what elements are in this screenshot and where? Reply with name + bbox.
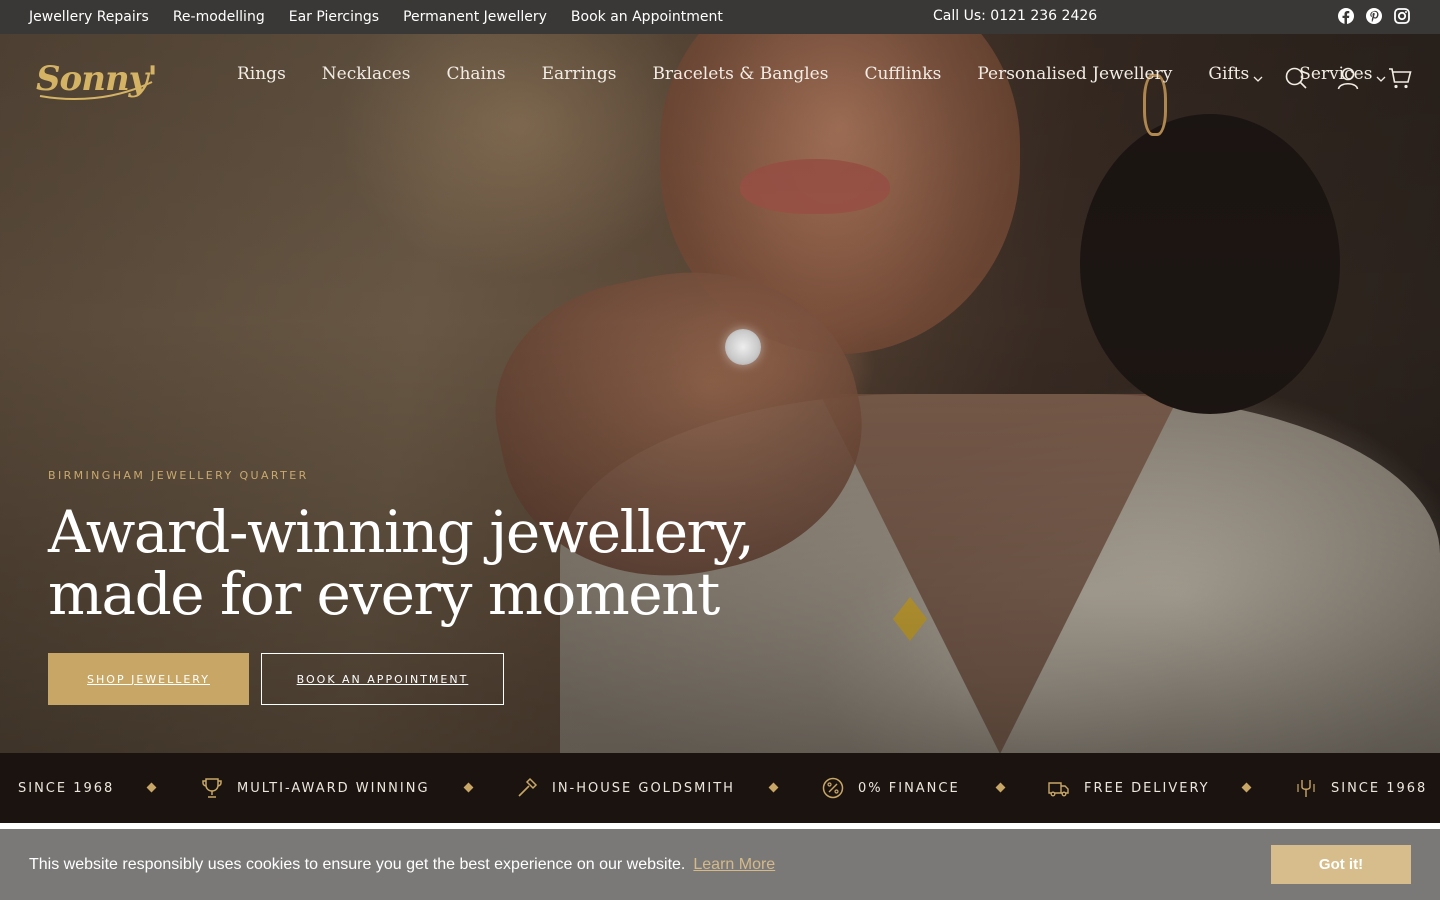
facebook-icon[interactable] <box>1338 8 1354 24</box>
nav-earrings[interactable]: Earrings <box>542 64 617 84</box>
usp-item: IN-HOUSE GOLDSMITH <box>516 753 735 823</box>
utility-links: Jewellery Repairs Re-modelling Ear Pierc… <box>29 9 723 25</box>
usp-label: SINCE 1968 <box>1331 780 1428 796</box>
percent-icon <box>822 777 844 799</box>
shop-jewellery-button[interactable]: SHOP JEWELLERY <box>48 653 249 705</box>
tuning-fork-icon <box>1295 777 1317 799</box>
usp-label: MULTI-AWARD WINNING <box>237 780 430 796</box>
nav-gifts[interactable]: Gifts <box>1208 64 1263 84</box>
hero-eyebrow: BIRMINGHAM JEWELLERY QUARTER <box>48 469 309 482</box>
usp-label: FREE DELIVERY <box>1084 780 1210 796</box>
nav-label: Gifts <box>1208 64 1250 84</box>
usp-label: SINCE 1968 <box>18 780 115 796</box>
diamond-ring <box>725 329 761 365</box>
trophy-icon <box>201 777 223 799</box>
nav-label: Personalised Jewellery <box>977 64 1173 84</box>
usp-item: MULTI-AWARD WINNING <box>201 753 430 823</box>
header-actions <box>1284 66 1412 90</box>
nav-label: Bracelets & Bangles <box>652 64 829 84</box>
nav-bracelets-bangles[interactable]: Bracelets & Bangles <box>652 64 828 84</box>
link-book-appointment[interactable]: Book an Appointment <box>571 9 723 25</box>
pendant <box>893 597 927 641</box>
usp-label: IN-HOUSE GOLDSMITH <box>552 780 735 796</box>
account-icon[interactable] <box>1336 66 1360 90</box>
nav-label: Earrings <box>541 64 617 84</box>
link-jewellery-repairs[interactable]: Jewellery Repairs <box>29 9 149 25</box>
usp-item: SINCE 1968 <box>1295 753 1427 823</box>
sonnys-logo[interactable]: Sonny's <box>34 52 177 104</box>
svg-text:Sonny's: Sonny's <box>36 59 156 99</box>
usp-item: FREE DELIVERY <box>1048 753 1210 823</box>
nav-label: Chains <box>446 64 506 84</box>
nav-rings[interactable]: Rings <box>237 64 286 84</box>
hero-buttons: SHOP JEWELLERY BOOK AN APPOINTMENT <box>48 653 868 705</box>
separator-diamond <box>146 782 157 793</box>
main-nav: Rings Necklaces Chains Earrings Bracelet… <box>237 64 1386 84</box>
link-permanent-jewellery[interactable]: Permanent Jewellery <box>403 9 547 25</box>
hammer-icon <box>516 777 538 799</box>
cookie-accept-button[interactable]: Got it! <box>1271 845 1411 884</box>
pinterest-icon[interactable] <box>1366 8 1382 24</box>
link-re-modelling[interactable]: Re-modelling <box>173 9 265 25</box>
separator-diamond <box>995 782 1006 793</box>
separator-diamond <box>1241 782 1252 793</box>
truck-icon <box>1048 777 1070 799</box>
chevron-down-icon <box>1253 69 1263 82</box>
hero-headline: Award-winning jewellery, made for every … <box>48 498 755 628</box>
phone-number[interactable]: Call Us: 0121 236 2426 <box>933 8 1097 24</box>
cart-icon[interactable] <box>1388 66 1412 90</box>
nav-label: Rings <box>237 64 286 84</box>
usp-label: 0% FINANCE <box>858 780 960 796</box>
search-icon[interactable] <box>1284 66 1308 90</box>
link-ear-piercings[interactable]: Ear Piercings <box>289 9 379 25</box>
separator-diamond <box>768 782 779 793</box>
nav-cufflinks[interactable]: Cufflinks <box>864 64 941 84</box>
separator-diamond <box>463 782 474 793</box>
nav-chains[interactable]: Chains <box>446 64 505 84</box>
nav-label: Necklaces <box>321 64 411 84</box>
hero-content: BIRMINGHAM JEWELLERY QUARTER Award-winni… <box>48 469 868 705</box>
cookie-banner: This website responsibly uses cookies to… <box>0 829 1440 900</box>
cookie-message: This website responsibly uses cookies to… <box>29 855 686 873</box>
social-links <box>1338 8 1410 24</box>
utility-bar: Jewellery Repairs Re-modelling Ear Pierc… <box>0 0 1440 34</box>
nav-label: Cufflinks <box>864 64 942 84</box>
cookie-learn-more-link[interactable]: Learn More <box>693 856 775 874</box>
usp-item: SINCE 1968 <box>18 753 114 823</box>
instagram-icon[interactable] <box>1394 8 1410 24</box>
usp-strip: SINCE 1968 MULTI-AWARD WINNING IN-HOUSE … <box>0 753 1440 823</box>
nav-personalised-jewellery[interactable]: Personalised Jewellery <box>977 64 1172 84</box>
book-appointment-button[interactable]: BOOK AN APPOINTMENT <box>261 653 504 705</box>
nav-necklaces[interactable]: Necklaces <box>322 64 411 84</box>
usp-item: 0% FINANCE <box>822 753 960 823</box>
